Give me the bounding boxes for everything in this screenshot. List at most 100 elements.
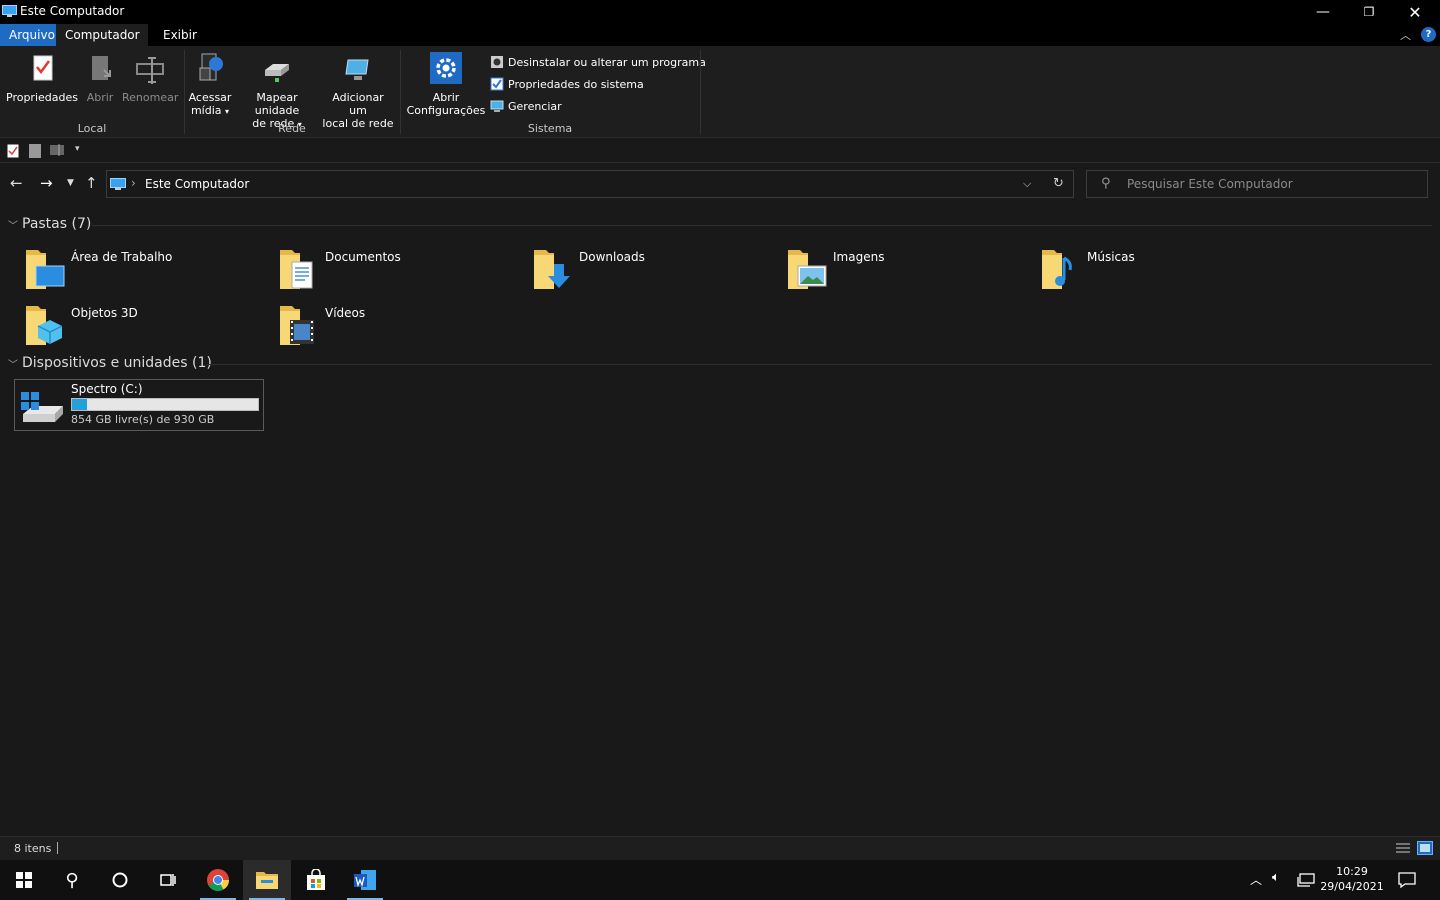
tab-view[interactable]: Exibir — [154, 24, 206, 46]
title-bar: Este Computador — ❐ ✕ — [0, 0, 1440, 24]
address-dropdown-icon[interactable]: ⌵ — [1023, 177, 1031, 191]
maximize-button[interactable]: ❐ — [1346, 0, 1392, 24]
drive-usage-fill — [72, 399, 88, 410]
minimize-button[interactable]: — — [1300, 0, 1346, 24]
restore-icon: ❐ — [1363, 5, 1375, 19]
group-local-label: Local — [77, 122, 107, 135]
tab-file[interactable]: Arquivo — [0, 24, 56, 46]
address-bar[interactable]: › Este Computador ⌵ ↻ — [106, 170, 1074, 198]
forward-arrow-icon[interactable]: → — [40, 174, 53, 192]
status-bar: 8 itens — [0, 836, 1440, 860]
navigation-bar: ← → ▼ ↑ › Este Computador ⌵ ↻ ⚲ Pesquisa… — [0, 164, 1440, 204]
open-settings-button[interactable]: Abrir Configurações — [406, 52, 486, 117]
volume-icon[interactable]: 🔈︎ — [1272, 870, 1280, 885]
devices-section-header[interactable]: ﹀ Dispositivos e unidades (1) — [8, 355, 212, 371]
quick-access-toolbar: ▾ — [0, 139, 1440, 163]
collapse-chevron-icon[interactable]: ﹀ — [8, 356, 18, 371]
chrome-taskbar-button[interactable] — [194, 860, 242, 900]
refresh-icon[interactable]: ↻ — [1053, 176, 1064, 191]
notifications-icon[interactable] — [1398, 872, 1416, 888]
store-bag-icon — [307, 869, 325, 890]
word-taskbar-button[interactable] — [341, 860, 389, 900]
up-arrow-icon[interactable]: ↑ — [85, 174, 98, 192]
file-explorer-taskbar-button[interactable] — [243, 860, 291, 900]
manage-button[interactable]: Gerenciar — [490, 99, 562, 113]
music-folder-icon — [1042, 250, 1072, 289]
rename-icon[interactable] — [50, 144, 64, 156]
separator — [700, 50, 701, 134]
windows-logo-icon — [16, 872, 32, 888]
rename-icon — [136, 57, 164, 84]
system-properties-icon — [490, 77, 504, 91]
map-network-drive-button[interactable]: Mapear unidade de rede ▾ — [234, 52, 320, 131]
dropdown-arrow-icon: ▾ — [225, 107, 230, 116]
windows-drive-icon — [21, 392, 63, 422]
close-button[interactable]: ✕ — [1392, 0, 1438, 24]
breadcrumb-chevron-icon[interactable]: › — [131, 176, 136, 190]
store-taskbar-button[interactable] — [292, 860, 340, 900]
system-clock[interactable]: 10:29 29/04/2021 — [1316, 864, 1388, 894]
new-folder-icon[interactable] — [29, 144, 41, 158]
minimize-icon: — — [1316, 4, 1330, 20]
rename-button[interactable]: Renomear — [122, 52, 178, 104]
properties-button[interactable]: Propriedades — [6, 52, 78, 104]
help-icon[interactable]: ? — [1421, 27, 1436, 42]
folder-item-downloads[interactable]: Downloads — [532, 246, 782, 296]
folder-item-videos[interactable]: Vídeos — [278, 302, 528, 352]
status-separator — [57, 842, 58, 854]
downloads-folder-icon — [534, 250, 570, 289]
uninstall-program-button[interactable]: Desinstalar ou alterar um programa — [490, 55, 706, 69]
tab-computer[interactable]: Computador — [56, 24, 148, 46]
drive-usage-bar — [71, 398, 259, 411]
task-view-button[interactable] — [144, 860, 192, 900]
search-icon: ⚲ — [1101, 176, 1111, 191]
network-location-icon — [345, 59, 369, 80]
cortana-circle-icon — [112, 872, 128, 888]
search-taskbar-button[interactable]: ⚲ — [48, 860, 96, 900]
clock-date: 29/04/2021 — [1320, 880, 1384, 893]
task-view-icon — [160, 874, 176, 886]
taskbar: ⚲ ︿ 🔈︎ 10:29 29/04/2021 — [0, 860, 1440, 900]
folder-item-3d-objects[interactable]: Objetos 3D — [24, 302, 274, 352]
folders-section-header[interactable]: ﹀ Pastas (7) — [8, 216, 91, 232]
section-divider — [92, 225, 1432, 226]
access-media-button[interactable]: Acessar mídia ▾ — [188, 52, 232, 118]
properties-icon[interactable] — [7, 144, 19, 158]
settings-gear-icon — [430, 52, 462, 84]
word-icon — [354, 870, 376, 890]
search-box[interactable]: ⚲ Pesquisar Este Computador — [1086, 170, 1428, 198]
show-hidden-icons-icon[interactable]: ︿ — [1250, 871, 1262, 888]
customize-toolbar-icon[interactable]: ▾ — [75, 144, 80, 154]
add-network-location-button[interactable]: Adicionar um local de rede — [322, 52, 394, 130]
collapse-chevron-icon[interactable]: ﹀ — [8, 217, 18, 232]
chrome-icon — [207, 869, 229, 891]
window-title: Este Computador — [20, 4, 125, 18]
properties-icon — [33, 55, 53, 81]
folder-item-music[interactable]: Músicas — [1040, 246, 1290, 296]
system-properties-button[interactable]: Propriedades do sistema — [490, 77, 644, 91]
search-icon: ⚲ — [65, 869, 79, 891]
file-explorer-icon — [256, 872, 278, 889]
section-divider — [206, 364, 1432, 365]
folder-item-desktop[interactable]: Área de Trabalho — [24, 246, 274, 296]
network-icon[interactable] — [1297, 872, 1315, 888]
item-count: 8 itens — [14, 842, 52, 855]
drive-item-c[interactable]: Spectro (C:) 854 GB livre(s) de 930 GB — [14, 379, 264, 431]
group-system-label: Sistema — [527, 122, 573, 135]
ribbon: Propriedades Abrir Renomear Local Acessa… — [0, 46, 1440, 138]
folder-item-pictures[interactable]: Imagens — [786, 246, 1036, 296]
start-button[interactable] — [0, 860, 48, 900]
recent-locations-chevron-icon[interactable]: ▼ — [67, 178, 74, 188]
computer-icon — [2, 5, 17, 17]
large-icons-view-icon[interactable] — [1417, 841, 1433, 855]
details-view-icon[interactable] — [1395, 842, 1411, 854]
network-drive-icon — [265, 64, 289, 82]
breadcrumb-current[interactable]: Este Computador — [145, 177, 249, 191]
close-icon: ✕ — [1408, 2, 1422, 22]
folder-item-documents[interactable]: Documentos — [278, 246, 528, 296]
back-arrow-icon[interactable]: ← — [10, 174, 23, 192]
collapse-ribbon-icon[interactable]: ︿ — [1400, 27, 1411, 43]
cortana-button[interactable] — [96, 860, 144, 900]
open-button[interactable]: Abrir — [82, 52, 118, 104]
videos-folder-icon — [280, 306, 314, 345]
